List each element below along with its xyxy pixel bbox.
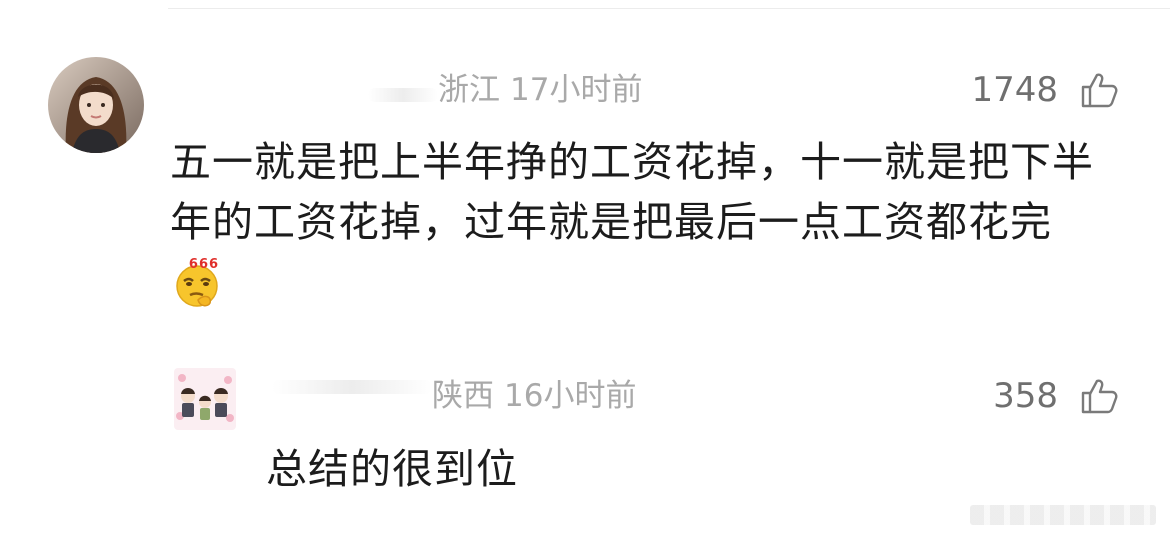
like-button[interactable]: 1748 (971, 68, 1118, 112)
thumbs-up-icon (1081, 73, 1118, 108)
avatar[interactable] (174, 368, 236, 430)
username-blurred (368, 88, 438, 102)
comment-feed: 浙江 17小时前 1748 五一就是把上半年挣的工资花掉，十一就是把下半年的工资花… (0, 0, 1170, 541)
like-count: 358 (993, 376, 1058, 416)
comment-text: 总结的很到位 (266, 445, 518, 493)
timestamp: 16小时前 (504, 378, 637, 414)
like-button[interactable]: 358 (993, 374, 1118, 418)
comment-text: 五一就是把上半年挣的工资花掉，十一就是把下半年的工资花掉，过年就是把最后一点工资… (170, 132, 1100, 312)
comment-meta: 陕西 16小时前 (432, 376, 636, 416)
location: 浙江 (438, 72, 500, 108)
username-blurred (272, 380, 432, 394)
location: 陕西 (432, 378, 494, 414)
timestamp: 17小时前 (510, 72, 643, 108)
comment-body: 五一就是把上半年挣的工资花掉，十一就是把下半年的工资花掉，过年就是把最后一点工资… (170, 138, 1094, 246)
comment-meta: 浙江 17小时前 (438, 70, 642, 110)
thinking-666-emoji: 666 (176, 257, 219, 307)
emoji-666-label: 666 (189, 257, 219, 272)
avatar[interactable] (48, 57, 144, 153)
watermark-bar (970, 505, 1156, 525)
like-count: 1748 (971, 70, 1058, 110)
comment-item: 浙江 17小时前 1748 五一就是把上半年挣的工资花掉，十一就是把下半年的工资花… (0, 0, 1170, 340)
thumbs-up-icon (1081, 379, 1118, 414)
